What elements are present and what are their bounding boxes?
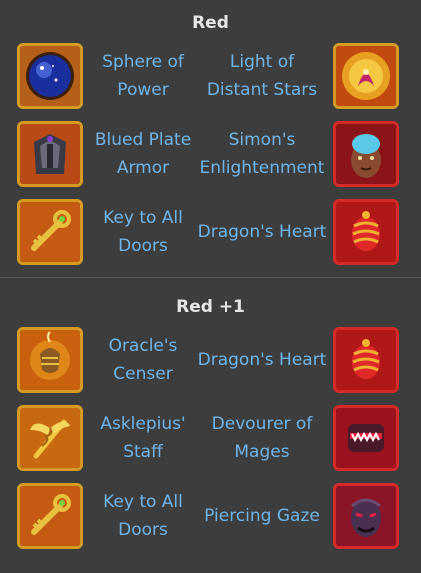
- item-name-left: Key to All Doors: [103, 208, 183, 256]
- item-row: Key to All Doors Dragon's Heart: [0, 199, 421, 277]
- item-name-right: Devourer of Mages: [211, 414, 313, 462]
- item-row: Asklepius' Staff Devourer of Mages: [0, 405, 421, 483]
- item-name-left: Asklepius' Staff: [100, 414, 186, 462]
- item-name-right: Piercing Gaze: [204, 506, 320, 526]
- item-name-left: Key to All Doors: [103, 492, 183, 540]
- item-row: Sphere of Power Light of Distant Stars: [0, 43, 421, 121]
- section-red-plus-1: Red +1 Oracle's Censer Dragon's Heart As…: [0, 278, 421, 561]
- section-red: Red Sphere of Power Light of Distant Sta…: [0, 0, 421, 278]
- section-title: Red: [192, 13, 229, 33]
- dragons-heart-icon[interactable]: [333, 199, 399, 265]
- simons-enlightenment-icon[interactable]: [333, 121, 399, 187]
- blued-plate-armor-icon[interactable]: [17, 121, 83, 187]
- item-row: Blued Plate Armor Simon's Enlightenment: [0, 121, 421, 199]
- section-title: Red +1: [176, 297, 245, 317]
- light-of-distant-stars-icon[interactable]: [333, 43, 399, 109]
- piercing-gaze-icon[interactable]: [333, 483, 399, 549]
- key-to-all-doors-icon[interactable]: [17, 483, 83, 549]
- devourer-of-mages-icon[interactable]: [333, 405, 399, 471]
- sphere-of-power-icon[interactable]: [17, 43, 83, 109]
- asklepius-staff-icon[interactable]: [17, 405, 83, 471]
- item-name-right: Simon's Enlightenment: [199, 130, 325, 178]
- item-row: Oracle's Censer Dragon's Heart: [0, 327, 421, 405]
- item-name-left: Sphere of Power: [102, 52, 184, 100]
- oracles-censer-icon[interactable]: [17, 327, 83, 393]
- item-row: Key to All Doors Piercing Gaze: [0, 483, 421, 561]
- item-name-right: Light of Distant Stars: [206, 52, 318, 100]
- item-name-left: Blued Plate Armor: [94, 130, 192, 178]
- key-to-all-doors-icon[interactable]: [17, 199, 83, 265]
- dragons-heart-icon[interactable]: [333, 327, 399, 393]
- item-name-right: Dragon's Heart: [197, 350, 327, 370]
- item-name-right: Dragon's Heart: [197, 222, 327, 242]
- item-name-left: Oracle's Censer: [108, 336, 178, 384]
